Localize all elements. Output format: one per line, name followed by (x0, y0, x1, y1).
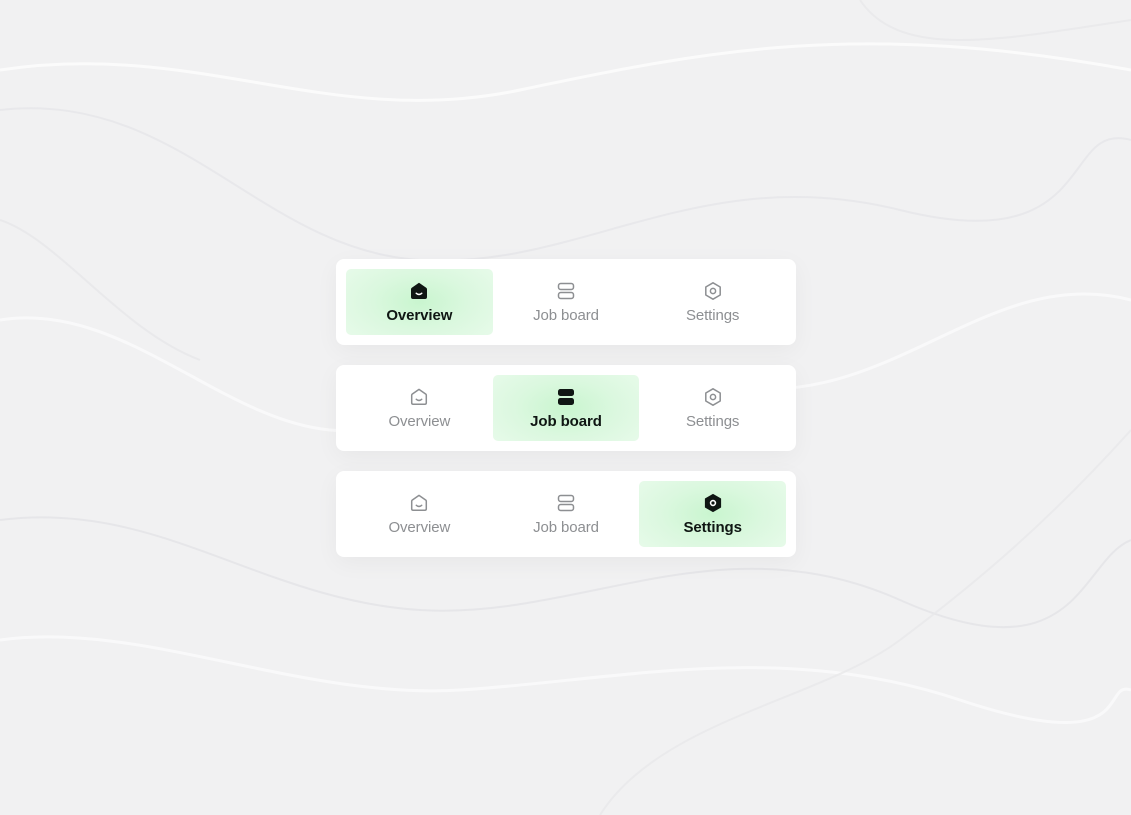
tab-label: Overview (388, 413, 451, 430)
tab-settings[interactable]: Settings (639, 481, 786, 547)
home-icon (409, 493, 429, 513)
settings-icon (703, 281, 723, 301)
tab-overview[interactable]: Overview (346, 375, 493, 441)
tab-overview[interactable]: Overview (346, 269, 493, 335)
layers-icon (556, 387, 576, 407)
tab-bars-stack: Overview Job board Settings Overview Job… (336, 259, 796, 577)
tab-label: Job board (530, 413, 602, 430)
tab-settings[interactable]: Settings (639, 375, 786, 441)
tab-bar-job-board-active: Overview Job board Settings (336, 365, 796, 451)
tab-label: Settings (685, 413, 740, 430)
tab-bar-overview-active: Overview Job board Settings (336, 259, 796, 345)
layers-icon (556, 493, 576, 513)
tab-job-board[interactable]: Job board (493, 481, 640, 547)
tab-overview[interactable]: Overview (346, 481, 493, 547)
layers-icon (556, 281, 576, 301)
tab-label: Settings (683, 519, 742, 536)
tab-job-board[interactable]: Job board (492, 375, 640, 441)
tab-label: Job board (533, 307, 599, 324)
tab-settings[interactable]: Settings (639, 269, 786, 335)
tab-job-board[interactable]: Job board (493, 269, 640, 335)
settings-icon (703, 387, 723, 407)
tab-bar-settings-active: Overview Job board Settings (336, 471, 796, 557)
tab-label: Overview (388, 519, 451, 536)
settings-icon (703, 493, 723, 513)
tab-label: Overview (386, 307, 453, 324)
tab-label: Settings (685, 307, 740, 324)
home-icon (409, 387, 429, 407)
tab-label: Job board (533, 519, 599, 536)
home-icon (409, 281, 429, 301)
